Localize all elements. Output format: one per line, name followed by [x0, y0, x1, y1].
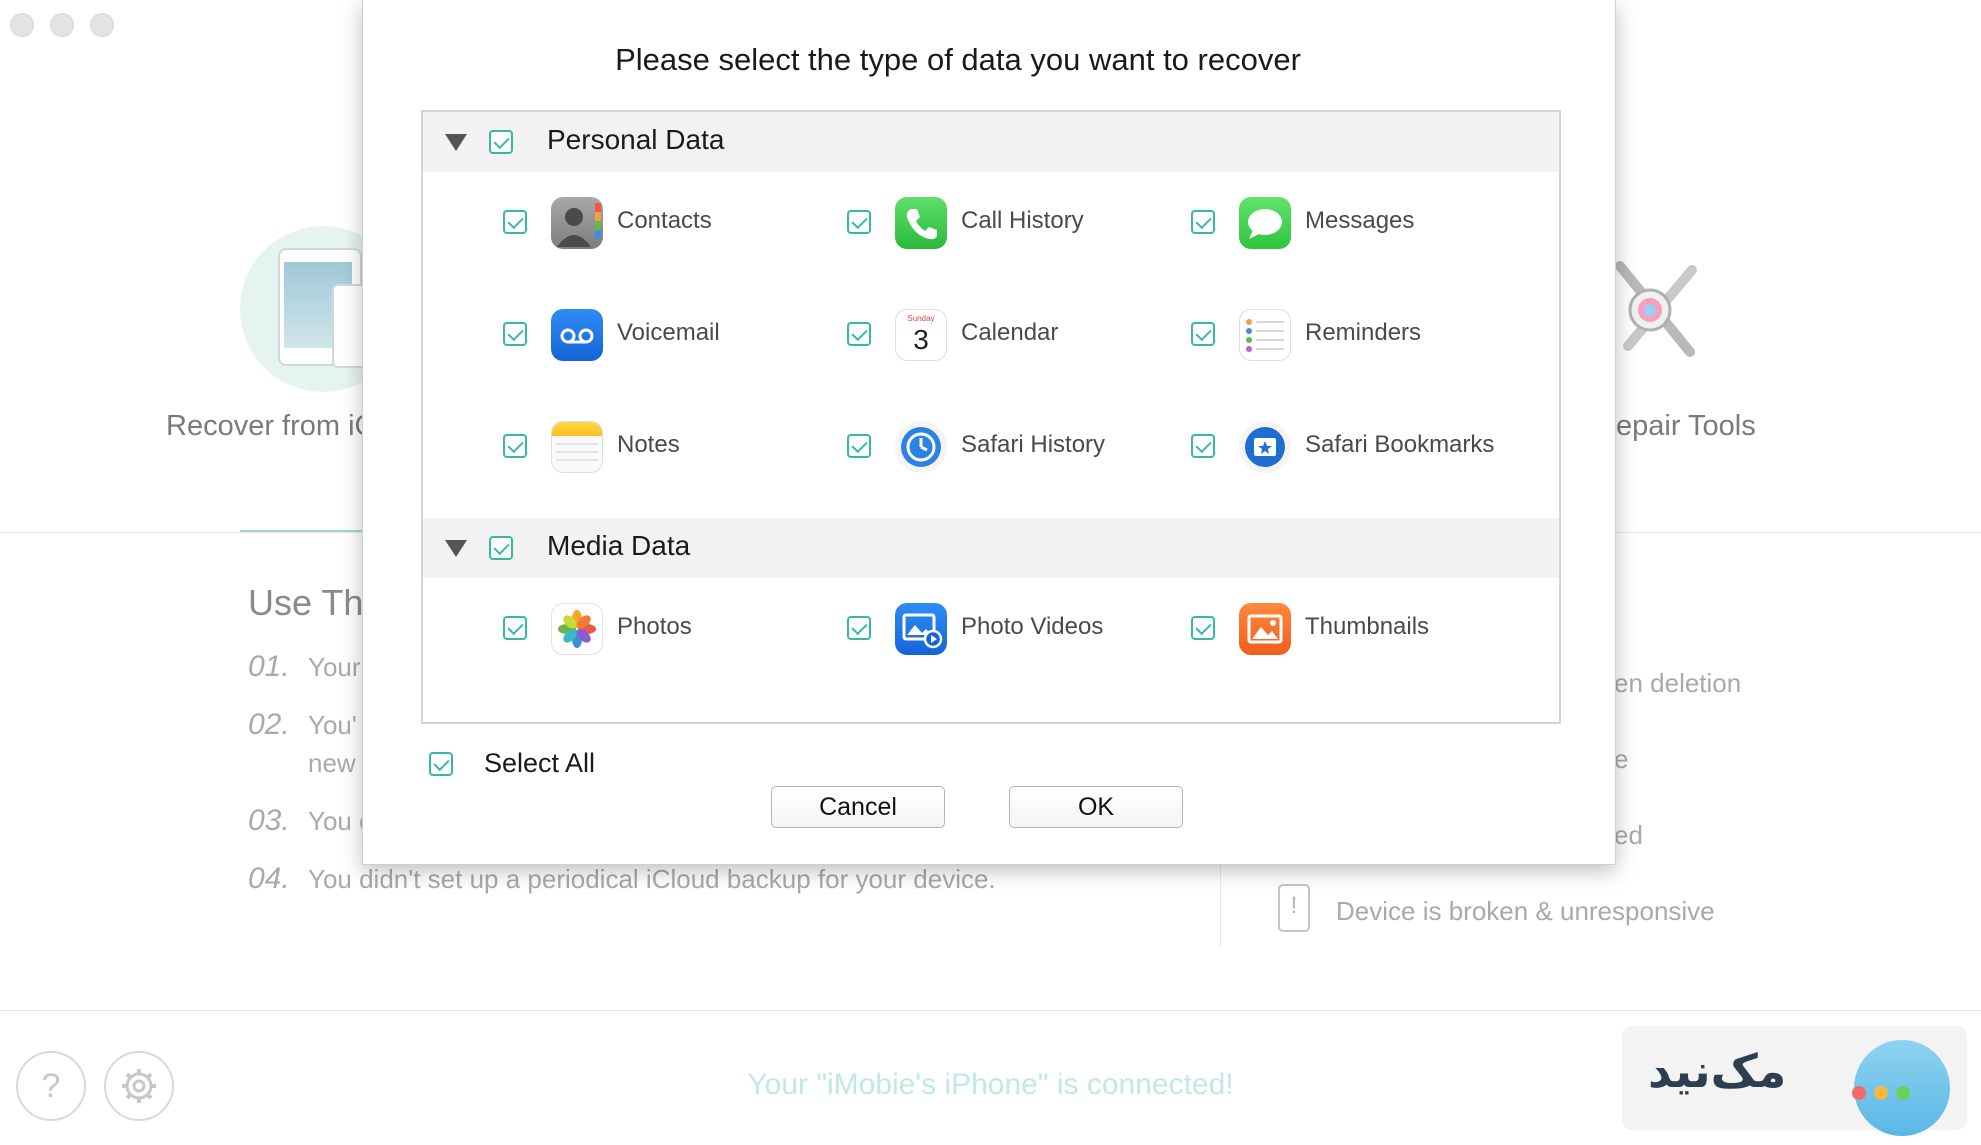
safari-bookmarks-checkbox[interactable]: [1191, 434, 1215, 458]
section-media-data: Media Data: [423, 518, 1559, 578]
thumbnails-checkbox[interactable]: [1191, 616, 1215, 640]
photos-icon: [551, 603, 603, 655]
item-photo-videos[interactable]: Photo Videos: [847, 598, 1177, 658]
notes-checkbox[interactable]: [503, 434, 527, 458]
item-label: Photo Videos: [961, 613, 1104, 640]
photo-videos-icon: [895, 603, 947, 655]
item-label: Messages: [1305, 207, 1415, 234]
calendar-day: Sunday: [907, 314, 935, 323]
dialog-title: Please select the type of data you want …: [615, 42, 1301, 77]
item-label: Calendar: [961, 319, 1059, 346]
item-label: Safari Bookmarks: [1305, 431, 1495, 458]
item-label: Call History: [961, 207, 1084, 234]
notes-icon: [551, 421, 603, 473]
voicemail-checkbox[interactable]: [503, 322, 527, 346]
item-contacts[interactable]: Contacts: [503, 192, 833, 252]
item-safari-history[interactable]: Safari History: [847, 416, 1177, 476]
photo-videos-checkbox[interactable]: [847, 616, 871, 640]
safari-bookmarks-icon: [1239, 421, 1291, 473]
contacts-icon: [551, 197, 603, 249]
cancel-button[interactable]: Cancel: [771, 786, 945, 828]
section-label: Personal Data: [547, 124, 725, 155]
item-messages[interactable]: Messages: [1191, 192, 1521, 252]
item-call-history[interactable]: Call History: [847, 192, 1177, 252]
calendar-checkbox[interactable]: [847, 322, 871, 346]
item-label: Contacts: [617, 207, 712, 234]
recover-type-dialog: Please select the type of data you want …: [362, 0, 1616, 865]
item-voicemail[interactable]: Voicemail: [503, 304, 833, 364]
select-all-label[interactable]: Select All: [484, 748, 595, 779]
item-label: Photos: [617, 613, 692, 640]
section-personal-data: Personal Data: [423, 112, 1559, 172]
item-thumbnails[interactable]: Thumbnails: [1191, 598, 1521, 658]
item-photos[interactable]: Photos: [503, 598, 833, 658]
section-label: Media Data: [547, 530, 691, 561]
calendar-icon: Sunday 3: [895, 309, 947, 361]
safari-history-checkbox[interactable]: [847, 434, 871, 458]
item-reminders[interactable]: Reminders: [1191, 304, 1521, 364]
phone-icon: [895, 197, 947, 249]
item-label: Voicemail: [617, 319, 720, 346]
data-type-list: Personal Data Contacts Call History Mess…: [421, 110, 1561, 724]
media-data-checkbox[interactable]: [489, 536, 513, 560]
voicemail-icon: [551, 309, 603, 361]
item-calendar[interactable]: Sunday 3 Calendar: [847, 304, 1177, 364]
reminders-icon: [1239, 309, 1291, 361]
calendar-date: 3: [913, 324, 929, 355]
item-notes[interactable]: Notes: [503, 416, 833, 476]
thumbnails-icon: [1239, 603, 1291, 655]
messages-checkbox[interactable]: [1191, 210, 1215, 234]
safari-history-icon: [895, 421, 947, 473]
contacts-checkbox[interactable]: [503, 210, 527, 234]
item-safari-bookmarks[interactable]: Safari Bookmarks: [1191, 416, 1521, 476]
personal-data-checkbox[interactable]: [489, 130, 513, 154]
messages-icon: [1239, 197, 1291, 249]
disclosure-triangle-icon[interactable]: [445, 540, 467, 557]
ok-button[interactable]: OK: [1009, 786, 1183, 828]
disclosure-triangle-icon[interactable]: [445, 134, 467, 151]
call-history-checkbox[interactable]: [847, 210, 871, 234]
item-label: Thumbnails: [1305, 613, 1430, 640]
item-label: Safari History: [961, 431, 1106, 458]
photos-checkbox[interactable]: [503, 616, 527, 640]
item-label: Notes: [617, 431, 680, 458]
item-label: Reminders: [1305, 319, 1422, 346]
select-all-checkbox[interactable]: [429, 752, 453, 776]
reminders-checkbox[interactable]: [1191, 322, 1215, 346]
